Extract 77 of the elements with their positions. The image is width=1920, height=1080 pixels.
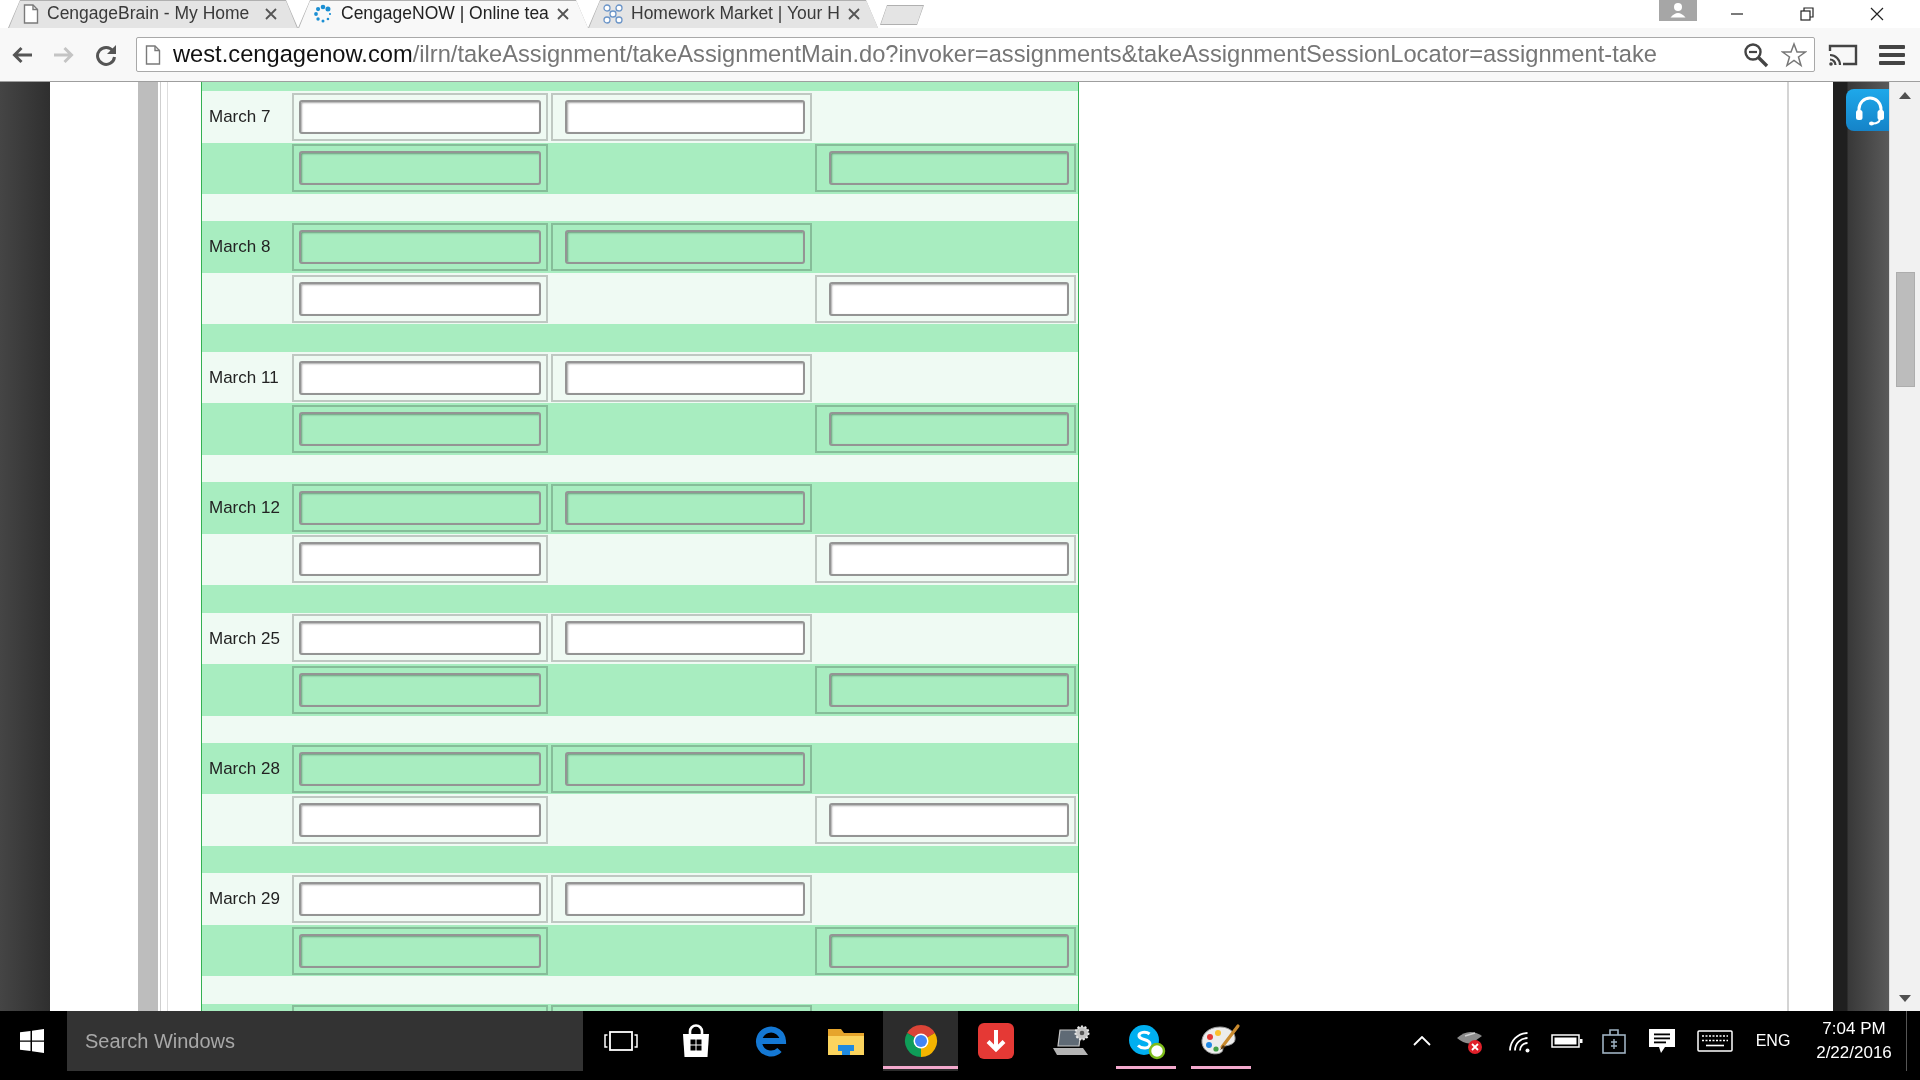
cast-icon <box>1828 42 1858 67</box>
menu-icon <box>1879 43 1905 66</box>
input-field[interactable] <box>565 621 805 656</box>
date-label: March 11 <box>208 366 280 389</box>
date-label: March 29 <box>208 888 281 911</box>
browser-tab[interactable]: CengageNOW | Online tea <box>298 0 588 28</box>
input-field[interactable] <box>299 412 541 447</box>
language-button[interactable]: ENG <box>1744 1011 1802 1071</box>
speech-bubble-icon <box>1648 1028 1676 1054</box>
input-field[interactable] <box>565 751 805 786</box>
zoom-out-icon[interactable] <box>1743 41 1769 68</box>
four-panes-icon <box>20 1029 44 1053</box>
date-label: March 12 <box>208 497 281 520</box>
input-field[interactable] <box>829 412 1069 447</box>
input-field[interactable] <box>565 230 805 265</box>
input-field[interactable] <box>829 151 1069 186</box>
dotted-ring-icon <box>313 3 333 24</box>
input-field[interactable] <box>829 281 1069 316</box>
date-label: March 8 <box>208 236 272 259</box>
clock-time: 7:04 PM <box>1822 1018 1886 1041</box>
page-icon <box>23 3 39 24</box>
restore-icon <box>1800 7 1814 21</box>
address-bar[interactable]: west.cengagenow.com/ilrn/takeAssignment/takeAssignmentMain.do?invoker=assignments&takeAssignmentSessionLocator=assignment-take <box>136 37 1815 72</box>
close-icon[interactable] <box>265 7 277 20</box>
laptop-gear-icon <box>1050 1024 1091 1058</box>
scroll-thumb[interactable] <box>1895 272 1915 387</box>
input-field[interactable] <box>829 933 1069 968</box>
input-field[interactable] <box>299 672 541 707</box>
input-field[interactable] <box>565 360 805 395</box>
input-field[interactable] <box>299 151 541 186</box>
date-label: March 7 <box>208 106 272 128</box>
browser-tab[interactable]: Homework Market | Your H <box>588 0 878 28</box>
input-field[interactable] <box>299 621 541 656</box>
clock-date: 2/22/2016 <box>1816 1042 1892 1064</box>
star-icon[interactable] <box>1781 41 1807 68</box>
support-button[interactable] <box>1846 89 1889 131</box>
search-field[interactable]: Search Windows <box>67 1011 583 1071</box>
keyboard-icon <box>1697 1030 1733 1052</box>
browser-tab[interactable]: CengageBrain - My Home <box>8 0 298 28</box>
input-field[interactable] <box>299 99 541 134</box>
input-field[interactable] <box>565 99 805 134</box>
back-arrow-icon <box>10 44 34 65</box>
input-field[interactable] <box>299 360 541 395</box>
stacked-windows-icon <box>603 1029 638 1053</box>
input-field[interactable] <box>299 751 541 786</box>
input-field[interactable] <box>299 933 541 968</box>
network-icon <box>603 3 623 24</box>
input-field[interactable] <box>299 490 541 525</box>
input-field[interactable] <box>829 803 1069 838</box>
input-field[interactable] <box>299 230 541 265</box>
wifi-icon <box>1506 1029 1532 1053</box>
new-tab-button[interactable] <box>880 5 924 25</box>
input-field[interactable] <box>565 882 805 917</box>
date-label: March 28 <box>208 757 281 780</box>
headset-icon <box>1853 94 1886 126</box>
scroll-down-icon[interactable] <box>1899 995 1911 1002</box>
segmented-circle-icon <box>903 1024 938 1058</box>
close-icon <box>1870 7 1884 21</box>
input-field[interactable] <box>299 542 541 577</box>
forward-arrow-icon <box>52 44 76 65</box>
input-field[interactable] <box>829 672 1069 707</box>
date-label: March 25 <box>208 627 281 650</box>
input-field[interactable] <box>299 803 541 838</box>
input-field[interactable] <box>565 490 805 525</box>
taskbar-button[interactable] <box>883 1011 958 1071</box>
close-icon[interactable] <box>556 7 569 20</box>
e-logo-icon <box>753 1024 788 1058</box>
input-field[interactable] <box>829 542 1069 577</box>
scroll-up-icon[interactable] <box>1899 92 1911 99</box>
input-field[interactable] <box>299 281 541 316</box>
page-icon <box>145 44 161 65</box>
profile-icon[interactable] <box>1659 0 1697 21</box>
briefcase-icon <box>1601 1027 1627 1055</box>
close-icon[interactable] <box>847 7 860 20</box>
input-field[interactable] <box>299 882 541 917</box>
chevron-up-icon <box>1413 1036 1431 1046</box>
battery-icon <box>1551 1033 1583 1049</box>
